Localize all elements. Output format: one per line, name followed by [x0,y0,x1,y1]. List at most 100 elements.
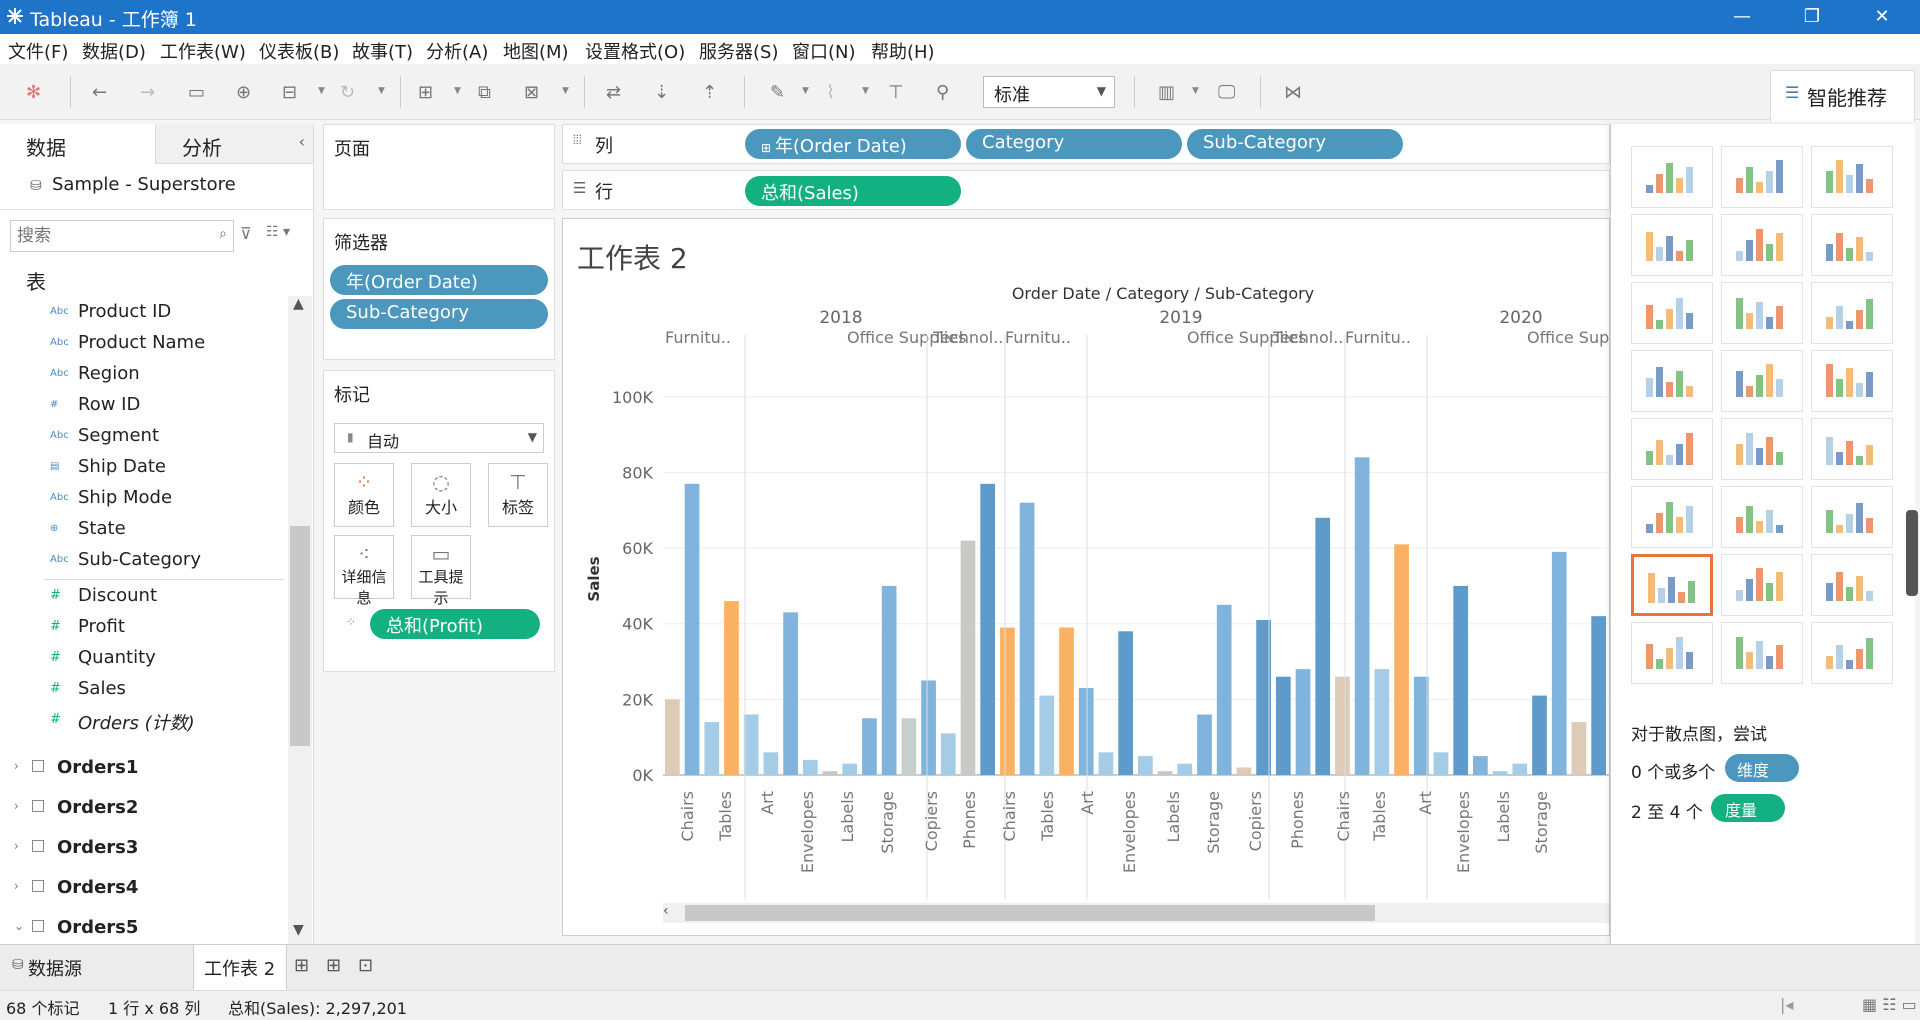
circle-view-icon[interactable] [1721,350,1803,412]
duplicate-sheet-icon[interactable]: ⧉ [478,82,491,103]
tableau-home-icon[interactable]: ✻ [26,82,41,103]
bullet-graph-icon[interactable] [1721,622,1803,684]
minimize-icon[interactable]: — [1712,0,1772,34]
scroll-down-icon[interactable]: ▼ [293,922,304,938]
dual-line-icon[interactable] [1811,418,1893,480]
new-datasource-icon[interactable]: ⊕ [236,82,251,103]
row-pill-sales[interactable]: 总和(Sales) [745,176,961,206]
field-product-id[interactable]: Abc Product ID [0,298,290,329]
field-segment[interactable]: Abc Segment [0,422,290,453]
pause-updates-icon[interactable]: ⊟ [282,82,297,103]
expand-chevron-icon[interactable]: › [14,759,19,773]
scroll-up-icon[interactable]: ▲ [293,296,304,312]
stacked-bar-icon[interactable] [1721,282,1803,344]
chart-scrollbar-thumb[interactable] [685,905,1375,921]
box-whisker-icon[interactable] [1811,554,1893,616]
marks-label-button[interactable]: ⊤ 标签 [488,463,548,527]
restore-icon[interactable]: ❐ [1782,0,1842,34]
field-list-scrollbar[interactable]: ▲ ▼ [288,296,312,944]
menu-file[interactable]: 文件(F) [8,38,68,64]
tab-data[interactable]: 数据 [0,124,155,164]
scatter-plot-icon[interactable] [1631,554,1713,616]
area-continuous-icon[interactable] [1631,486,1713,548]
heat-map-icon[interactable] [1721,146,1803,208]
menu-server[interactable]: 服务器(S) [699,38,778,64]
new-story-icon[interactable]: ⊡ [358,955,373,976]
redo-icon[interactable]: → [140,82,155,103]
measure-discount[interactable]: # Discount [0,582,290,613]
menu-window[interactable]: 窗口(N) [792,38,856,64]
filled-map-icon[interactable] [1721,214,1803,276]
chart-scrollbar[interactable]: ‹ [663,903,1609,923]
filter-fields-icon[interactable]: ⊽ [240,224,252,243]
view-options-icon[interactable]: ☷ ▾ [266,224,290,240]
clear-sheet-icon[interactable]: ⊠ [524,82,539,103]
gantt-chart-icon[interactable] [1631,622,1713,684]
horizontal-bar-icon[interactable] [1631,282,1713,344]
scroll-left-icon[interactable]: ‹ [663,903,669,919]
highlight-icon[interactable]: ✎ [770,82,785,103]
measure-orders-[interactable]: # Orders (计数) [0,706,290,737]
pie-chart-icon[interactable] [1811,214,1893,276]
fix-axes-icon[interactable]: ⚲ [936,82,949,103]
filter-pill-subcategory[interactable]: Sub-Category [330,299,548,329]
measure-sales[interactable]: # Sales [0,675,290,706]
column-pill-subcategory[interactable]: Sub-Category [1187,129,1403,159]
presentation-mode-icon[interactable]: 🖵 [1218,82,1235,103]
nav-first-icon[interactable]: |◂ [1780,995,1793,1014]
search-input[interactable] [17,224,197,248]
side-handle[interactable] [1906,510,1918,596]
column-pill-year[interactable]: ⊞ 年(Order Date) [745,129,961,159]
menu-analysis[interactable]: 分析(A) [426,38,488,64]
collapse-pane-icon[interactable]: ‹ [299,132,305,151]
field-ship-mode[interactable]: Abc Ship Mode [0,484,290,515]
table-orders1[interactable]: › Orders1 [0,749,290,789]
share-icon[interactable]: ⋈ [1284,82,1302,103]
new-dashboard-icon[interactable]: ⊞ [326,955,341,976]
menu-worksheet[interactable]: 工作表(W) [160,38,246,64]
menu-map[interactable]: 地图(M) [503,38,569,64]
color-pill-profit[interactable]: 总和(Profit) [370,609,540,639]
marks-detail-button[interactable]: ⁖ 详细信息 [334,535,394,607]
line-discrete-icon[interactable] [1721,418,1803,480]
column-pill-category[interactable]: Category [966,129,1182,159]
field-ship-date[interactable]: ▤ Ship Date [0,453,290,484]
text-table-icon[interactable] [1631,146,1713,208]
packed-bubbles-icon[interactable] [1811,622,1893,684]
fit-dropdown[interactable]: 标准 ▼ [983,76,1115,108]
field-row-id[interactable]: # Row ID [0,391,290,422]
line-continuous-icon[interactable] [1631,418,1713,480]
tab-sheet-2[interactable]: 工作表 2 [193,945,287,990]
expand-chevron-icon[interactable]: › [14,879,19,893]
rows-shelf[interactable]: ☰ 行 总和(Sales) [562,170,1610,210]
columns-shelf[interactable]: ⦙⦙⦙ 列 ⊞ 年(Order Date) Category Sub-Categ… [562,124,1610,164]
side-by-side-circle-icon[interactable] [1811,350,1893,412]
side-by-side-bar-icon[interactable] [1811,282,1893,344]
field-sub-category[interactable]: Abc Sub-Category [0,546,290,577]
table-orders3[interactable]: › Orders3 [0,829,290,869]
treemap-icon[interactable] [1631,350,1713,412]
search-box[interactable]: ⌕ [10,220,234,252]
sort-ascending-icon[interactable]: ⇣ [654,82,669,103]
menu-help[interactable]: 帮助(H) [871,38,935,64]
expand-chevron-icon[interactable]: › [14,799,19,813]
field-region[interactable]: Abc Region [0,360,290,391]
datasource-row[interactable]: ⛁ Sample - Superstore [0,164,313,210]
group-members-icon[interactable]: ⌇ [826,82,835,103]
show-me-tab[interactable]: ☰ 智能推荐 [1770,70,1915,122]
symbol-map-icon[interactable] [1631,214,1713,276]
histogram-icon[interactable] [1721,554,1803,616]
highlight-table-icon[interactable] [1811,146,1893,208]
sort-descending-icon[interactable]: ⇡ [702,82,717,103]
table-orders4[interactable]: › Orders4 [0,869,290,909]
marks-size-button[interactable]: ◌ 大小 [411,463,471,527]
save-icon[interactable]: ▭ [188,82,205,103]
filters-shelf[interactable]: 筛选器 年(Order Date) Sub-Category [323,218,555,360]
scrollbar-thumb[interactable] [290,526,310,746]
marks-color-button[interactable]: ⁘ 颜色 [334,463,394,527]
new-worksheet-icon[interactable]: ⊞ [418,82,433,103]
mark-type-dropdown[interactable]: ▮ 自动 ▼ [334,423,544,453]
new-worksheet-icon[interactable]: ⊞ [294,955,309,976]
close-icon[interactable]: ✕ [1852,0,1912,34]
grid-view-icon[interactable]: ▦ ☷ ▭ [1862,995,1917,1014]
